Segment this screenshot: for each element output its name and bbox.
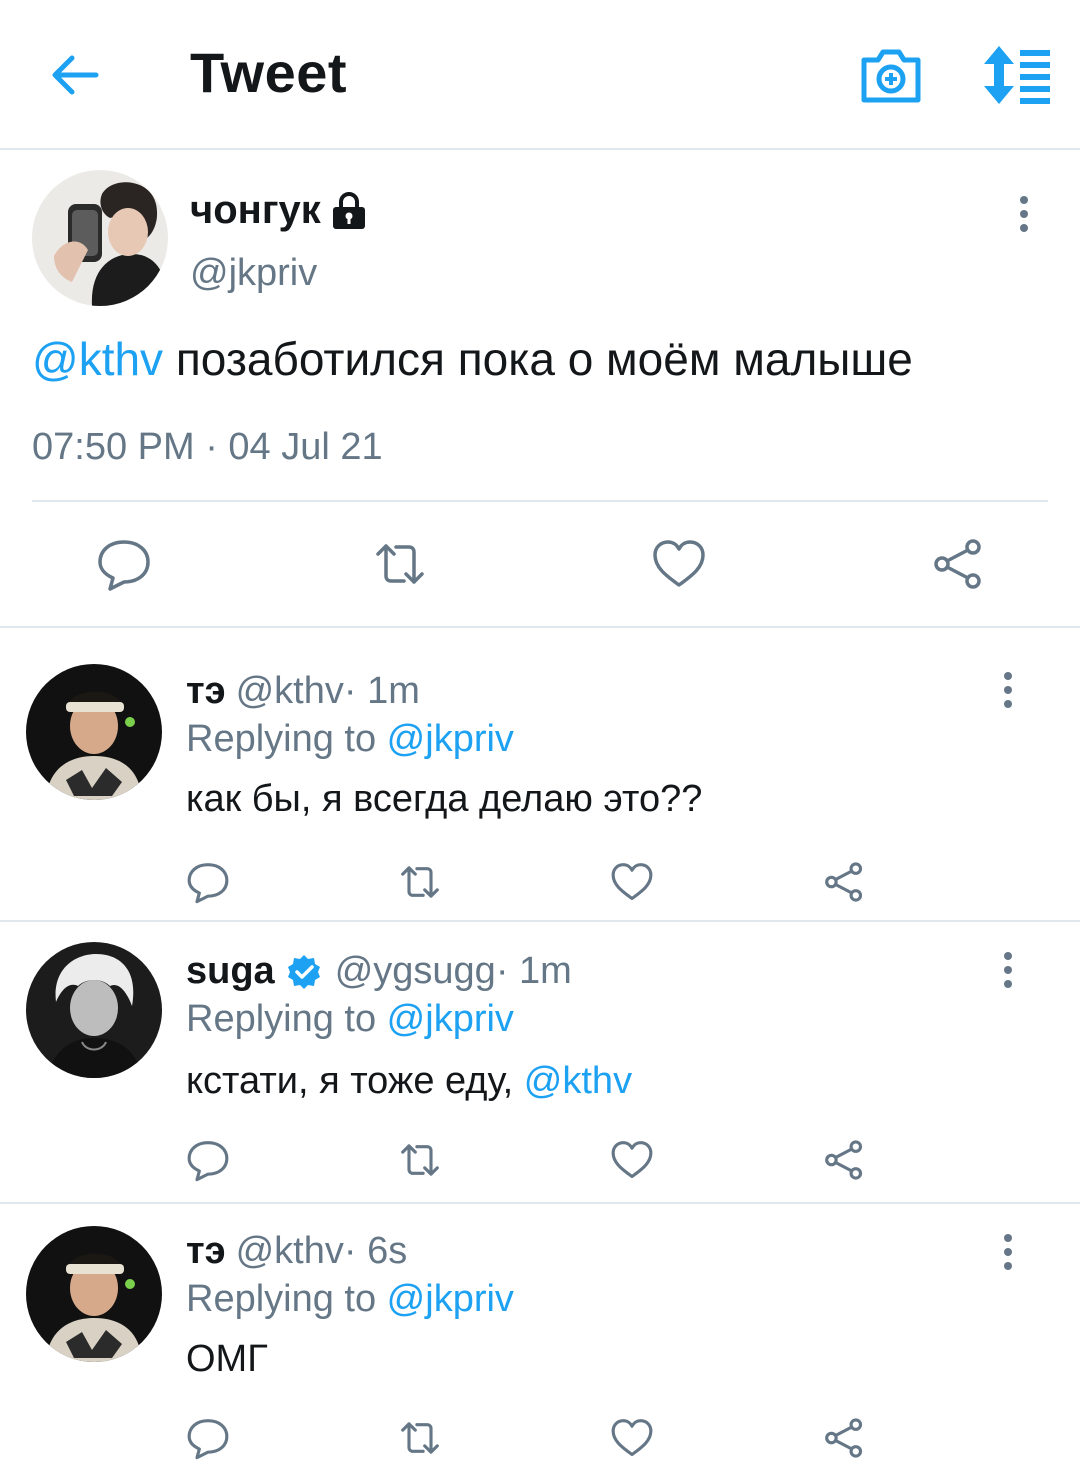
reply-author-name[interactable]: тэ: [186, 1230, 226, 1273]
replying-to: Replying to @jkpriv: [186, 718, 514, 760]
heart-icon[interactable]: [610, 860, 654, 904]
arrow-left-icon[interactable]: [46, 46, 104, 104]
reply-item[interactable]: suga @ygsugg · 1m Replying to @jkpriv кс…: [0, 922, 1080, 1204]
reply-icon[interactable]: [96, 536, 152, 592]
reply-item[interactable]: тэ @kthv · 6s Replying to @jkpriv ОМГ: [0, 1204, 1080, 1484]
mention-link[interactable]: @kthv: [32, 333, 163, 385]
reply-header: тэ @kthv · 1m: [186, 670, 420, 713]
divider: [32, 500, 1048, 502]
avatar[interactable]: [32, 170, 168, 306]
more-vertical-icon[interactable]: [1006, 194, 1042, 234]
heart-icon[interactable]: [651, 536, 707, 592]
avatar[interactable]: [26, 1226, 162, 1362]
replying-to: Replying to @jkpriv: [186, 998, 514, 1040]
reply-icon[interactable]: [186, 1416, 230, 1460]
reply-header: тэ @kthv · 6s: [186, 1230, 407, 1273]
retweet-icon[interactable]: [398, 860, 442, 904]
retweet-icon[interactable]: [398, 1138, 442, 1182]
reply-author-name[interactable]: suga: [186, 950, 275, 993]
more-vertical-icon[interactable]: [990, 670, 1026, 710]
retweet-icon[interactable]: [372, 536, 428, 592]
heart-icon[interactable]: [610, 1138, 654, 1182]
reply-item[interactable]: тэ @kthv · 1m Replying to @jkpriv как бы…: [0, 630, 1080, 922]
top-bar: Tweet: [0, 0, 1080, 150]
more-vertical-icon[interactable]: [990, 1232, 1026, 1272]
reply-header: suga @ygsugg · 1m: [186, 950, 572, 993]
reply-text: как бы, я всегда делаю это??: [186, 778, 703, 820]
camera-icon[interactable]: [858, 42, 924, 108]
reply-author-handle[interactable]: @kthv: [236, 1230, 344, 1273]
reply-text: ОМГ: [186, 1338, 268, 1380]
sort-icon[interactable]: [980, 44, 1052, 106]
mention-link[interactable]: @kthv: [524, 1060, 632, 1102]
replying-to-link[interactable]: @jkpriv: [387, 1278, 514, 1320]
share-icon[interactable]: [822, 1416, 866, 1460]
replying-to-link[interactable]: @jkpriv: [387, 998, 514, 1040]
retweet-icon[interactable]: [398, 1416, 442, 1460]
share-icon[interactable]: [822, 1138, 866, 1182]
tweet-body: позаботился пока о моём малыше: [163, 333, 913, 385]
tweet-timestamp: 07:50 PM · 04 Jul 21: [32, 426, 383, 468]
reply-time: · 1m: [495, 950, 572, 992]
verified-badge-icon: [287, 954, 320, 989]
reply-icon[interactable]: [186, 1138, 230, 1182]
reply-author-handle[interactable]: @ygsugg: [335, 950, 496, 993]
reply-author-name[interactable]: тэ: [186, 670, 226, 713]
author-handle[interactable]: @jkpriv: [190, 252, 317, 295]
heart-icon[interactable]: [610, 1416, 654, 1460]
avatar[interactable]: [26, 942, 162, 1078]
replying-to-link[interactable]: @jkpriv: [387, 718, 514, 760]
reply-time: · 6s: [343, 1230, 408, 1272]
author-name[interactable]: чонгук: [190, 188, 369, 233]
reply-text: кстати, я тоже еду, @kthv: [186, 1060, 633, 1102]
reply-author-handle[interactable]: @kthv: [236, 670, 344, 713]
reply-time: · 1m: [343, 670, 420, 712]
share-icon[interactable]: [822, 860, 866, 904]
replying-to: Replying to @jkpriv: [186, 1278, 514, 1320]
main-tweet: чонгук @jkpriv @kthv позаботился пока о …: [0, 150, 1080, 628]
lock-icon: [332, 191, 365, 229]
reply-icon[interactable]: [186, 860, 230, 904]
page-title: Tweet: [190, 41, 348, 104]
more-vertical-icon[interactable]: [990, 950, 1026, 990]
share-icon[interactable]: [930, 536, 986, 592]
tweet-text: @kthv позаботился пока о моём малыше: [32, 332, 913, 386]
avatar[interactable]: [26, 664, 162, 800]
